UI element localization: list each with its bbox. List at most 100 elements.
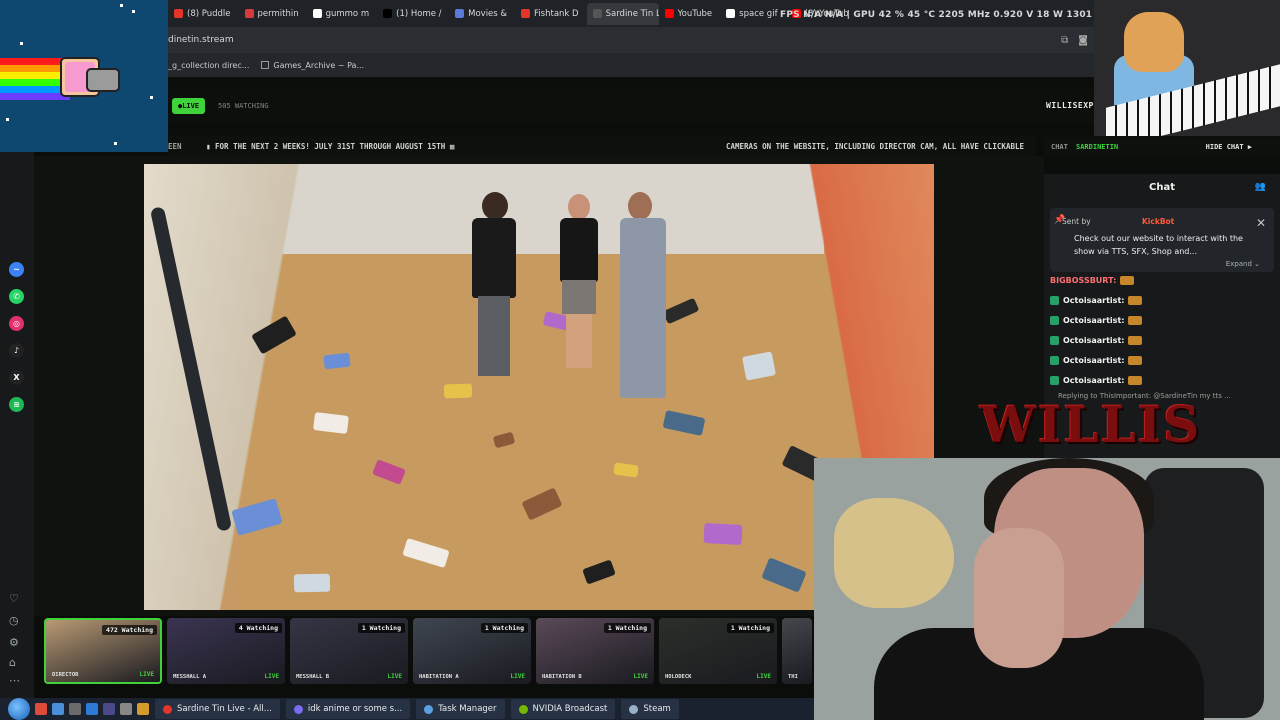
instagram-icon[interactable]: ◎ — [9, 316, 24, 331]
start-button[interactable] — [8, 698, 30, 720]
camera-thumbnails: 472 Watching DIRECTOR LIVE 4 Watching MESSHA… — [44, 616, 814, 686]
chat-username[interactable]: Octoisaartist: — [1063, 296, 1124, 305]
url-text[interactable]: dinetin.stream — [168, 35, 234, 45]
window-label: Steam — [643, 704, 671, 714]
camera-thumbnail[interactable]: 4 Watching MESSHALL A LIVE — [167, 618, 285, 684]
x-icon[interactable]: X — [9, 370, 24, 385]
emote-icon — [1128, 316, 1143, 325]
ticker-message: ▮ FOR THE NEXT 2 WEEKS! JULY 31ST THROUG… — [206, 142, 455, 151]
window-label: idk anime or some s... — [307, 704, 403, 714]
chat-message[interactable]: Octoisaartist: — [1050, 316, 1143, 325]
chat-channel-name[interactable]: SARDINETIN — [1076, 143, 1118, 151]
tab-favicon-icon — [312, 9, 322, 18]
browser-tab[interactable]: (1) Home / — [377, 3, 449, 25]
bookmark-games-archive[interactable]: Games_Archive ~ Pa... — [261, 61, 364, 70]
browser-tab[interactable]: YouTube — [659, 3, 721, 25]
chat-message[interactable]: Octoisaartist: — [1050, 296, 1143, 305]
browser-tab[interactable]: permithin — [239, 3, 307, 25]
debris — [293, 573, 331, 593]
chat-username[interactable]: Octoisaartist: — [1063, 376, 1124, 385]
camera-thumbnail[interactable]: 1 Watching HABITATION A LIVE — [413, 618, 531, 684]
debris — [323, 352, 351, 370]
tiktok-icon[interactable]: ♪ — [9, 343, 24, 358]
app-icon[interactable] — [69, 703, 81, 715]
live-badge: ● LIVE — [172, 98, 206, 114]
bookmarks-bar: _g_collection direc... Games_Archive ~ P… — [160, 53, 1096, 77]
settings-icon[interactable]: ⚙ — [9, 636, 19, 649]
camera-thumbnail[interactable]: 1 Watching MESSHALL B LIVE — [290, 618, 408, 684]
app-icon[interactable] — [103, 703, 115, 715]
tab-favicon-icon — [664, 9, 674, 18]
users-icon[interactable]: 👥 — [1255, 182, 1266, 192]
keyboard-cat-webcam — [1094, 0, 1280, 136]
debris — [703, 523, 743, 545]
chat-username[interactable]: Octoisaartist: — [1063, 336, 1124, 345]
spotify-icon[interactable]: ≋ — [9, 397, 24, 412]
emote-icon — [1120, 276, 1135, 285]
cat-head — [86, 68, 120, 92]
messenger-icon[interactable]: ~ — [9, 262, 24, 277]
taskbar-window[interactable]: NVIDIA Broadcast — [510, 699, 616, 719]
taskbar: Sardine Tin Live - All... idk anime or so… — [0, 698, 814, 720]
tab-favicon-icon — [383, 9, 393, 18]
camera-thumbnail[interactable]: 472 Watching DIRECTOR LIVE — [44, 618, 162, 684]
watching-count: 1 Watching — [480, 623, 528, 633]
heart-icon[interactable]: ♡ — [9, 592, 19, 605]
browser-tab[interactable]: Movies & — [449, 3, 515, 25]
watching-count: 1 Watching — [357, 623, 405, 633]
emote-icon — [1128, 336, 1143, 345]
tab-label: Sardine Tin Live — [605, 8, 659, 19]
archive-icon — [261, 61, 270, 69]
chat-username[interactable]: Octoisaartist: — [1063, 316, 1124, 325]
bookmark-collection[interactable]: _g_collection direc... — [168, 61, 249, 70]
chat-message[interactable]: Octoisaartist: — [1050, 336, 1143, 345]
browser-tab[interactable]: gummo m — [307, 3, 378, 25]
emote-icon — [1128, 296, 1143, 305]
camera-thumbnail[interactable]: THI — [782, 618, 812, 684]
app-icon[interactable] — [52, 703, 64, 715]
pinned-message[interactable]: 📌 Sent by KickBot Check out our website … — [1050, 208, 1274, 272]
browser-tab[interactable]: (8) Puddle — [168, 3, 239, 25]
browser-tab[interactable]: Sardine Tin Live — [586, 2, 659, 25]
browser-tab[interactable]: Fishtank D — [515, 3, 587, 25]
watching-count: 505 WATCHING — [218, 102, 269, 110]
taskbar-window[interactable]: Steam — [621, 699, 679, 719]
more-icon[interactable]: ⋯ — [9, 674, 20, 687]
chat-message[interactable]: Octoisaartist: — [1050, 356, 1143, 365]
subscriber-badge-icon — [1050, 296, 1059, 305]
camera-thumbnail[interactable]: 1 Watching HOLODECK LIVE — [659, 618, 777, 684]
chat-message[interactable]: BIGBOSSBURT: — [1050, 276, 1135, 285]
address-bar[interactable]: dinetin.stream ⧉ ◙ — [160, 27, 1096, 53]
screen: (8) Puddle permithin gummo m (1) Home / Movi… — [0, 0, 1280, 720]
extension-icon[interactable]: ⌂ — [9, 656, 16, 669]
chat-title: Chat — [1149, 182, 1175, 193]
browser-tab[interactable]: space gif — [720, 3, 785, 25]
announcement-ticker: EEN ▮ FOR THE NEXT 2 WEEKS! JULY 31ST TH… — [168, 136, 1036, 156]
window-label: Sardine Tin Live - All... — [177, 704, 272, 714]
open-external-icon[interactable]: ⧉ — [1061, 35, 1068, 46]
camera-thumbnail[interactable]: 1 Watching HABITATION B LIVE — [536, 618, 654, 684]
whatsapp-icon[interactable]: ✆ — [9, 289, 24, 304]
camera-name: HABITATION A — [419, 674, 459, 680]
opera-icon[interactable] — [35, 703, 47, 715]
taskbar-window[interactable]: Sardine Tin Live - All... — [155, 699, 280, 719]
ticker-right: CAMERAS ON THE WEBSITE, INCLUDING DIRECT… — [725, 142, 1024, 151]
chat-username[interactable]: Octoisaartist: — [1063, 356, 1124, 365]
app-icon[interactable] — [120, 703, 132, 715]
app-icon[interactable] — [137, 703, 149, 715]
subscriber-badge-icon — [1050, 316, 1059, 325]
close-icon[interactable]: ✕ — [1256, 216, 1266, 230]
live-label: LIVE — [510, 673, 525, 680]
taskbar-window[interactable]: idk anime or some s... — [285, 699, 411, 719]
window-icon — [518, 704, 528, 714]
taskbar-window[interactable]: Task Manager — [416, 699, 505, 719]
camera-icon[interactable]: ◙ — [1078, 35, 1088, 46]
hide-chat-button[interactable]: HIDE CHAT ▶ — [1206, 143, 1252, 151]
chat-username[interactable]: BIGBOSSBURT: — [1050, 276, 1116, 285]
edge-icon[interactable] — [86, 703, 98, 715]
nyan-cat-overlay — [0, 0, 168, 152]
ticker-fragment: EEN — [168, 142, 182, 151]
expand-button[interactable]: Expand ⌄ — [1226, 260, 1260, 268]
chat-message[interactable]: Octoisaartist: — [1050, 376, 1143, 385]
history-icon[interactable]: ◷ — [9, 614, 19, 627]
